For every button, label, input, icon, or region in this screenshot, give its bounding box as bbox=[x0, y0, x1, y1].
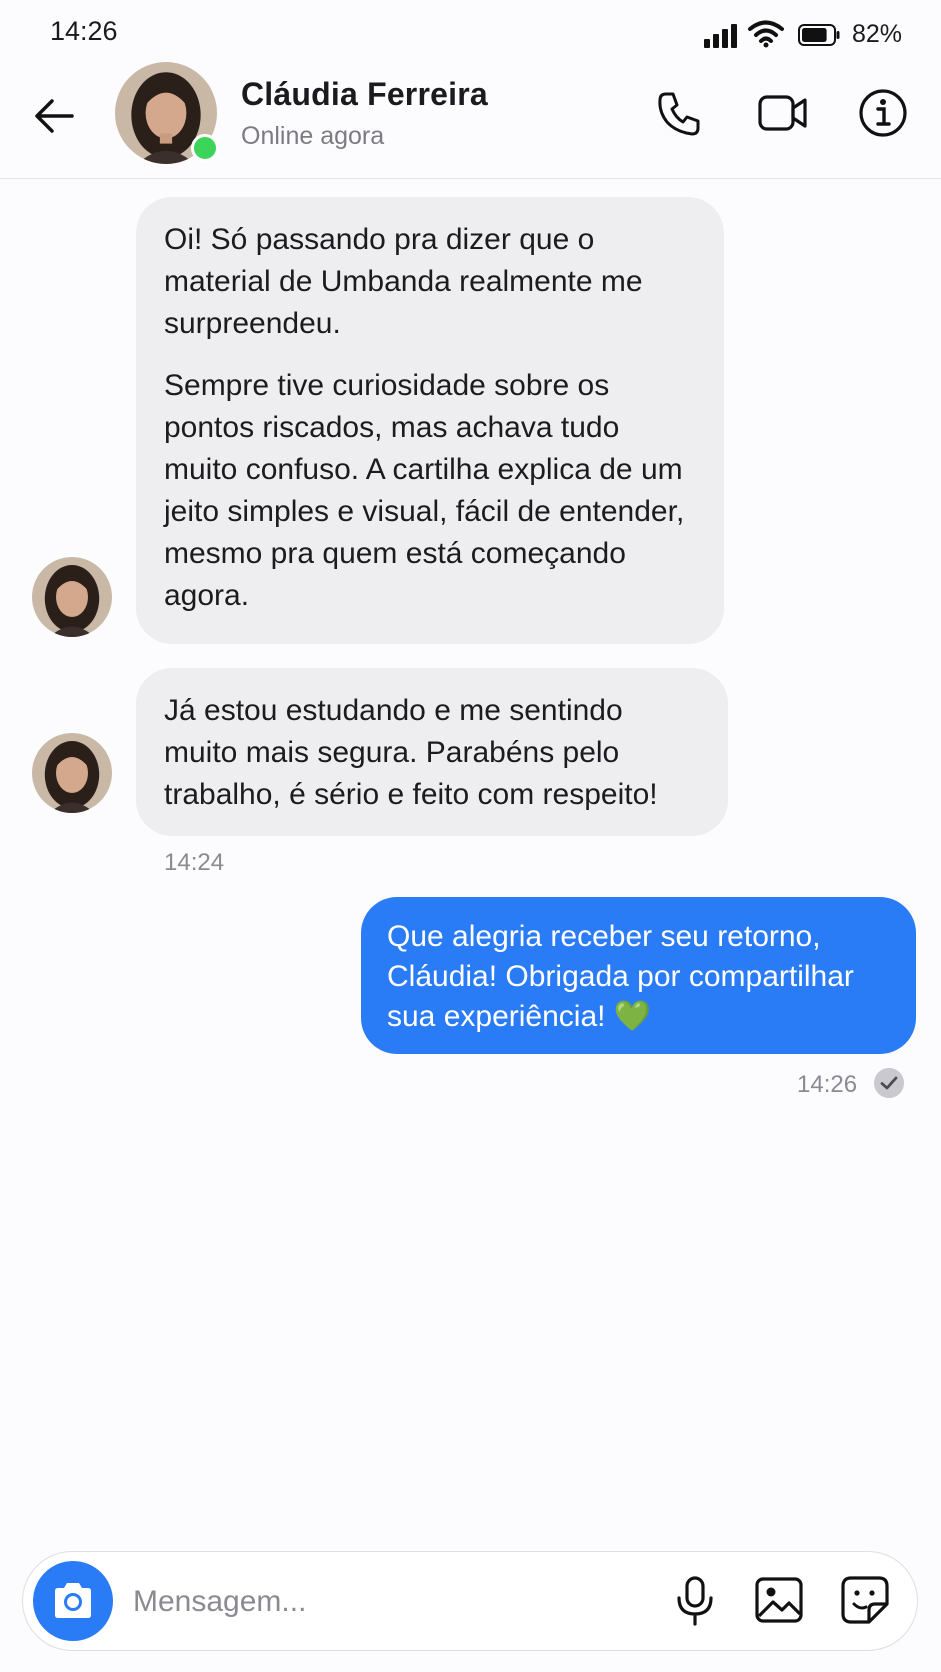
read-check-icon bbox=[874, 1068, 904, 1098]
message-timestamp: 14:26 bbox=[797, 1071, 858, 1098]
contact-avatar[interactable] bbox=[115, 62, 219, 164]
back-arrow-icon[interactable] bbox=[30, 90, 82, 142]
battery-icon bbox=[798, 24, 840, 46]
status-bar: 14:26 82% bbox=[0, 0, 941, 62]
camera-button[interactable] bbox=[33, 1561, 113, 1641]
outgoing-message[interactable]: Que alegria receber seu retorno, Cláudia… bbox=[361, 897, 916, 1054]
battery-percentage: 82% bbox=[852, 20, 903, 48]
contact-name[interactable]: Cláudia Ferreira bbox=[241, 76, 488, 113]
message-paragraph: Sempre tive curiosidade sobre os pontos … bbox=[164, 369, 685, 612]
chat-header: Cláudia Ferreira Online agora bbox=[0, 62, 941, 179]
incoming-message[interactable]: Já estou estudando e me sentindo muito m… bbox=[136, 668, 728, 836]
phone-icon[interactable] bbox=[652, 86, 706, 140]
signal-icon bbox=[704, 24, 738, 48]
online-indicator bbox=[191, 134, 219, 162]
sender-avatar[interactable] bbox=[32, 733, 112, 813]
sender-avatar[interactable] bbox=[32, 557, 112, 637]
info-icon[interactable] bbox=[856, 86, 910, 140]
sticker-icon[interactable] bbox=[837, 1572, 893, 1628]
status-time: 14:26 bbox=[50, 16, 118, 46]
gallery-icon[interactable] bbox=[751, 1572, 807, 1628]
contact-status: Online agora bbox=[241, 122, 385, 150]
message-input[interactable] bbox=[131, 1570, 655, 1634]
microphone-icon[interactable] bbox=[667, 1572, 723, 1628]
incoming-message[interactable]: Oi! Só passando pra dizer que o material… bbox=[136, 197, 724, 644]
message-paragraph: Oi! Só passando pra dizer que o material… bbox=[164, 223, 643, 340]
wifi-icon bbox=[748, 20, 784, 48]
message-timestamp: 14:24 bbox=[164, 849, 225, 876]
message-paragraph: Já estou estudando e me sentindo muito m… bbox=[164, 694, 658, 811]
message-text: Que alegria receber seu retorno, Cláudia… bbox=[387, 920, 854, 1033]
camera-icon bbox=[55, 1583, 91, 1618]
video-camera-icon[interactable] bbox=[756, 86, 810, 140]
message-composer bbox=[22, 1551, 918, 1651]
